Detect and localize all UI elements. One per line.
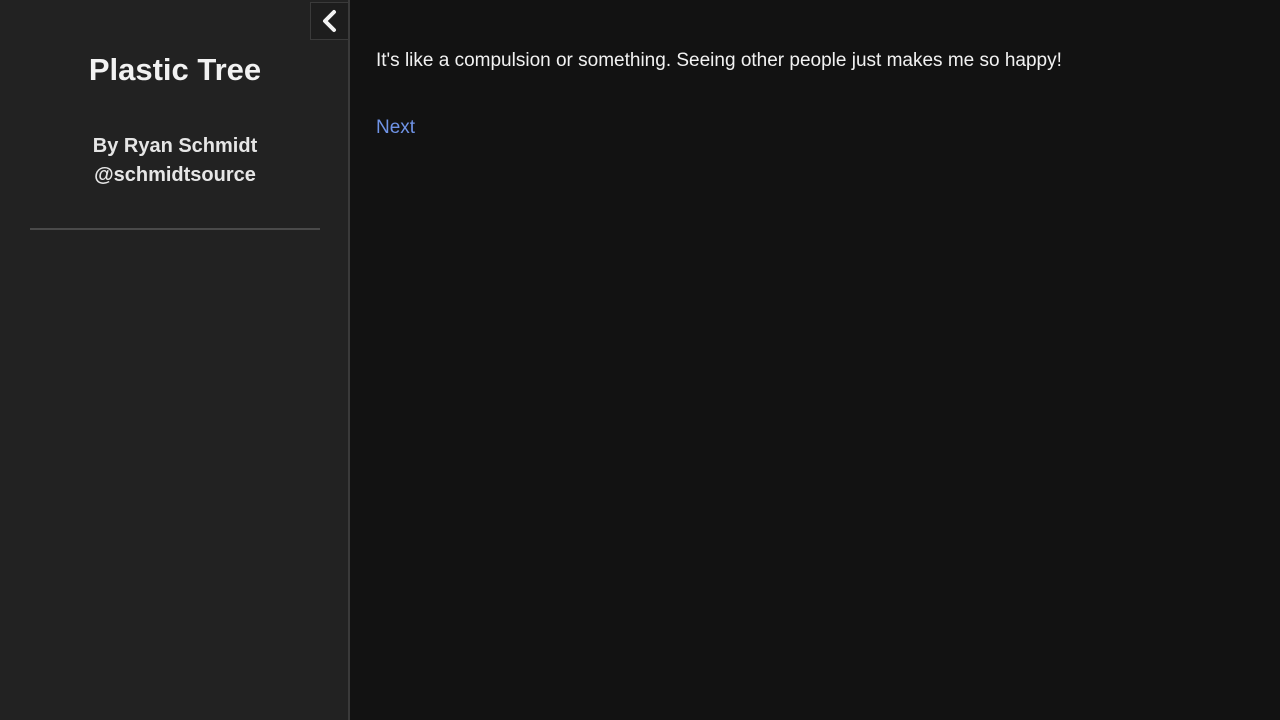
story-author: By Ryan Schmidt @schmidtsource — [0, 132, 350, 190]
sidebar-divider — [30, 228, 320, 230]
author-handle: @schmidtsource — [94, 164, 256, 186]
story-sidebar: Plastic Tree By Ryan Schmidt @schmidtsou… — [0, 0, 350, 720]
story-title: Plastic Tree — [88, 52, 262, 87]
passage-area: It's like a compulsion or something. See… — [350, 0, 1280, 720]
chevron-left-icon — [322, 10, 336, 32]
next-link[interactable]: Next — [376, 115, 415, 141]
story-app: Plastic Tree By Ryan Schmidt @schmidtsou… — [0, 0, 1280, 720]
author-byline: By Ryan Schmidt — [92, 135, 258, 157]
passage-text: It's like a compulsion or something. See… — [376, 50, 1062, 71]
sidebar-collapse-button[interactable] — [310, 2, 348, 40]
